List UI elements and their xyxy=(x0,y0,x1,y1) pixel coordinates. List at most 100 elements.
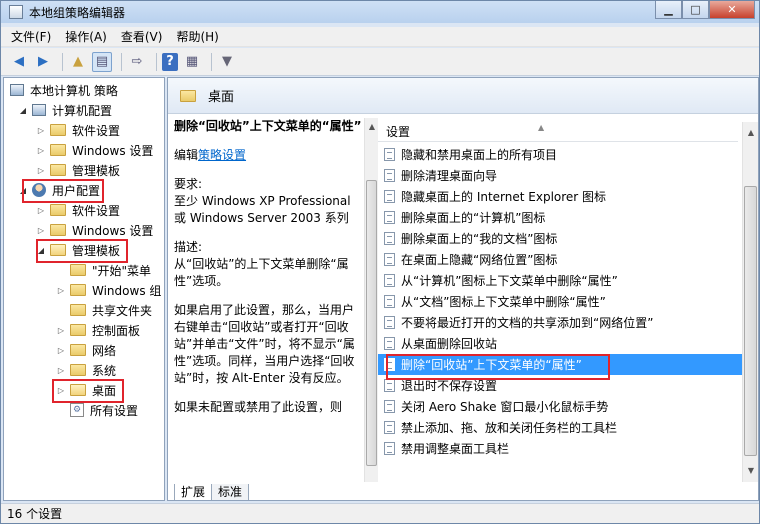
maximize-button[interactable]: □ xyxy=(682,1,709,19)
collapsed-arrow-icon[interactable]: ▷ xyxy=(56,326,66,335)
tree-label: 控制面板 xyxy=(92,323,141,338)
tree-start-menu[interactable]: "开始"菜单 xyxy=(56,260,151,280)
policy-setting-icon xyxy=(384,253,395,266)
status-text: 16 个设置 xyxy=(7,507,63,521)
setting-row[interactable]: 从“计算机”图标上下文菜单中删除“属性” xyxy=(378,270,742,291)
tree-shared-folders[interactable]: 共享文件夹 xyxy=(56,300,152,320)
details-header-title: 桌面 xyxy=(208,90,235,105)
up-folder-icon[interactable]: ▲ xyxy=(68,52,88,72)
folder-icon xyxy=(70,324,86,336)
folder-icon xyxy=(50,144,66,156)
collapsed-arrow-icon[interactable]: ▷ xyxy=(36,146,46,155)
policy-setting-icon xyxy=(384,400,395,413)
close-button[interactable]: ✕ xyxy=(709,1,755,19)
menu-view[interactable]: 查看(V) xyxy=(121,28,163,45)
all-settings-icon: ⚙ xyxy=(70,403,84,417)
edit-prefix: 编辑 xyxy=(174,148,199,162)
minimize-button[interactable]: ▁ xyxy=(655,1,682,19)
back-icon[interactable]: ◀ xyxy=(9,52,29,72)
description: 描述: 从“回收站”的上下文菜单删除“属性”选项。 xyxy=(174,239,364,290)
setting-row[interactable]: 关闭 Aero Shake 窗口最小化鼠标手势 xyxy=(378,396,742,417)
scroll-up-icon[interactable]: ▲ xyxy=(743,124,758,140)
setting-row[interactable]: 隐藏桌面上的 Internet Explorer 图标 xyxy=(378,186,742,207)
setting-label: 不要将最近打开的文档的共享添加到“网络位置” xyxy=(401,316,654,330)
folder-icon xyxy=(70,344,86,356)
tree-network[interactable]: ▷ 网络 xyxy=(56,340,116,360)
collapsed-arrow-icon[interactable]: ▷ xyxy=(56,346,66,355)
menu-bar: 文件(F) 操作(A) 查看(V) 帮助(H) xyxy=(1,27,759,47)
setting-row[interactable]: 删除桌面上的“我的文档”图标 xyxy=(378,228,742,249)
collapsed-arrow-icon[interactable]: ▷ xyxy=(36,166,46,175)
setting-row[interactable]: 删除桌面上的“计算机”图标 xyxy=(378,207,742,228)
setting-row[interactable]: 禁用调整桌面工具栏 xyxy=(378,438,742,459)
tree-label: 管理模板 xyxy=(72,163,121,178)
computer-icon xyxy=(10,84,24,96)
main-window: 本地组策略编辑器 ▁ □ ✕ 文件(F) 操作(A) 查看(V) 帮助(H) ◀… xyxy=(0,0,760,524)
settings-column-header[interactable]: 设置 ▲ xyxy=(378,122,738,142)
filter-icon[interactable]: ▼ xyxy=(217,52,237,72)
tree-uc-software[interactable]: ▷ 软件设置 xyxy=(36,200,120,220)
highlight-admin-templates xyxy=(36,239,128,263)
forward-icon[interactable]: ▶ xyxy=(33,52,53,72)
tab-standard[interactable]: 标准 xyxy=(211,483,250,500)
tree-all-settings[interactable]: ⚙ 所有设置 xyxy=(56,400,138,420)
collapsed-arrow-icon[interactable]: ▷ xyxy=(36,206,46,215)
tree-label: Windows 设置 xyxy=(72,143,154,158)
menu-help[interactable]: 帮助(H) xyxy=(176,28,218,45)
tree-windows-components[interactable]: ▷ Windows 组 xyxy=(56,280,161,300)
setting-label: 删除清理桌面向导 xyxy=(401,169,498,183)
setting-label: 在桌面上隐藏“网络位置”图标 xyxy=(401,253,558,267)
setting-row[interactable]: 删除清理桌面向导 xyxy=(378,165,742,186)
tree-cc-admin[interactable]: ▷ 管理模板 xyxy=(36,160,120,180)
menu-file[interactable]: 文件(F) xyxy=(11,28,51,45)
tree-uc-windows[interactable]: ▷ Windows 设置 xyxy=(36,220,153,240)
help-icon[interactable]: ? xyxy=(162,52,178,71)
expanded-arrow-icon[interactable]: ◢ xyxy=(18,106,28,115)
policy-setting-icon xyxy=(384,295,395,308)
setting-row[interactable]: 从“文档”图标上下文菜单中删除“属性” xyxy=(378,291,742,312)
tree-control-panel[interactable]: ▷ 控制面板 xyxy=(56,320,140,340)
scroll-thumb[interactable] xyxy=(366,180,377,466)
tree-cc-software[interactable]: ▷ 软件设置 xyxy=(36,120,120,140)
show-tree-icon[interactable]: ▤ xyxy=(92,51,112,72)
requirements: 要求: 至少 Windows XP Professional 或 Windows … xyxy=(174,176,364,227)
settings-scrollbar[interactable]: ▲ ▼ xyxy=(742,122,758,482)
tab-extended[interactable]: 扩展 xyxy=(174,483,213,500)
collapsed-arrow-icon[interactable]: ▷ xyxy=(36,126,46,135)
policy-setting-icon xyxy=(384,274,395,287)
tree-root[interactable]: 本地计算机 策略 xyxy=(10,80,118,100)
description-more-2: 如果未配置或禁用了此设置，则 xyxy=(174,400,343,414)
desc-label: 描述: xyxy=(174,240,203,254)
title-bar[interactable]: 本地组策略编辑器 ▁ □ ✕ xyxy=(1,1,759,23)
folder-icon xyxy=(180,89,196,102)
scroll-thumb[interactable] xyxy=(744,186,757,456)
collapsed-arrow-icon[interactable]: ▷ xyxy=(56,366,66,375)
collapsed-arrow-icon[interactable]: ▷ xyxy=(36,226,46,235)
tree-root-label: 本地计算机 策略 xyxy=(30,83,118,98)
tree-label: Windows 设置 xyxy=(72,223,154,238)
tree-computer-config[interactable]: ◢ 计算机配置 xyxy=(18,100,112,120)
tree-pane[interactable]: 本地计算机 策略 ◢ 计算机配置 ▷ 软件设置 ▷ Windows 设置 ▷ 管… xyxy=(3,77,165,501)
collapsed-arrow-icon[interactable]: ▷ xyxy=(56,286,66,295)
edit-policy-link[interactable]: 策略设置 xyxy=(198,148,246,162)
properties-icon[interactable]: ▦ xyxy=(182,52,202,72)
folder-icon xyxy=(70,284,86,296)
tree-system[interactable]: ▷ 系统 xyxy=(56,360,116,380)
setting-row[interactable]: 不要将最近打开的文档的共享添加到“网络位置” xyxy=(378,312,742,333)
setting-label: 从“计算机”图标上下文菜单中删除“属性” xyxy=(401,274,618,288)
export-list-icon[interactable]: ⇨ xyxy=(127,52,147,72)
folder-icon xyxy=(50,124,66,136)
tree-cc-windows[interactable]: ▷ Windows 设置 xyxy=(36,140,153,160)
description-scrollbar[interactable]: ▲ xyxy=(364,118,378,482)
setting-row[interactable]: 隐藏和禁用桌面上的所有项目 xyxy=(378,144,742,165)
scroll-down-icon[interactable]: ▼ xyxy=(743,462,758,478)
desc-text: 从“回收站”的上下文菜单删除“属性”选项。 xyxy=(174,257,349,288)
setting-row[interactable]: 从桌面删除回收站 xyxy=(378,333,742,354)
app-icon xyxy=(9,5,23,19)
setting-row[interactable]: 在桌面上隐藏“网络位置”图标 xyxy=(378,249,742,270)
setting-label: 禁止添加、拖、放和关闭任务栏的工具栏 xyxy=(401,421,618,435)
req-text: 至少 Windows XP Professional 或 Windows Ser… xyxy=(174,194,351,225)
menu-action[interactable]: 操作(A) xyxy=(65,28,107,45)
toolbar-divider xyxy=(62,52,63,71)
setting-row[interactable]: 禁止添加、拖、放和关闭任务栏的工具栏 xyxy=(378,417,742,438)
